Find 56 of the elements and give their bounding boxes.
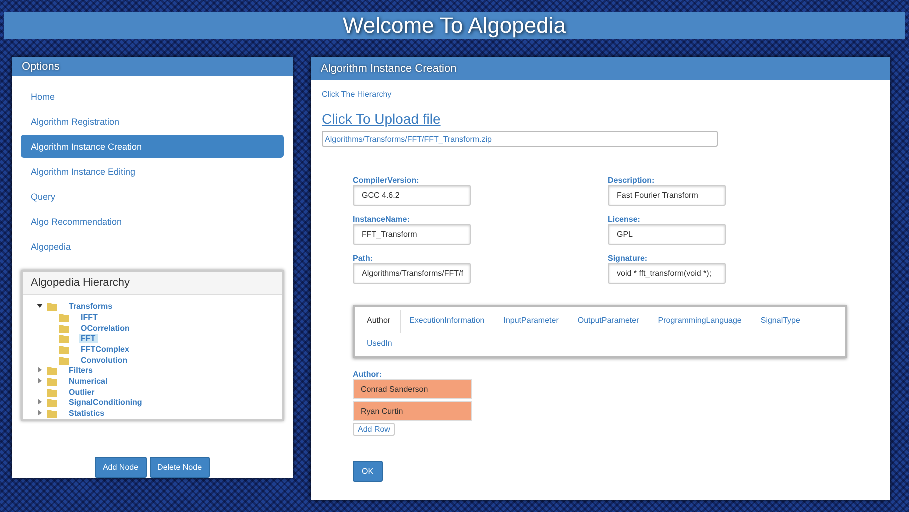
panel-title: Options: [12, 57, 293, 76]
author-row[interactable]: Conrad Sanderson: [353, 379, 472, 399]
tree-node[interactable]: Transforms: [67, 302, 115, 312]
expand-toggle-icon[interactable]: [37, 366, 43, 373]
text-field[interactable]: Algorithms/Transforms/FFT/f: [353, 263, 471, 284]
field-label: License:: [608, 215, 642, 224]
node-button[interactable]: Add Node: [94, 457, 147, 478]
node-button[interactable]: Delete Node: [150, 457, 210, 478]
tree-node[interactable]: Filters: [67, 366, 96, 376]
expand-toggle-icon[interactable]: [37, 398, 43, 405]
text-field[interactable]: FFT_Transform: [353, 224, 471, 245]
field-label: Description:: [608, 176, 656, 185]
add-row-button[interactable]: Add Row: [353, 423, 396, 436]
nav-link[interactable]: Query: [21, 185, 284, 208]
nav-link[interactable]: Algopedia: [21, 235, 284, 258]
text-field[interactable]: Fast Fourier Transform: [608, 185, 726, 206]
tree-node[interactable]: IFFT: [79, 312, 100, 322]
tab[interactable]: ProgrammingLanguage: [649, 310, 752, 333]
field-label: Path:: [353, 254, 374, 263]
collapse-toggle-icon[interactable]: [37, 302, 43, 309]
hierarchy-title: Algopedia Hierarchy: [23, 272, 282, 296]
tree-node[interactable]: Convolution: [79, 356, 130, 365]
nav-link[interactable]: Home: [21, 85, 284, 108]
hierarchy-link[interactable]: Click The Hierarchy: [322, 90, 879, 99]
tree-node[interactable]: Statistics: [67, 409, 107, 418]
tab[interactable]: OutputParameter: [568, 310, 650, 333]
author-row[interactable]: Ryan Curtin: [353, 401, 472, 421]
tree-node[interactable]: Numerical: [67, 377, 110, 386]
panel-title: Algorithm Instance Creation: [311, 57, 890, 80]
expand-toggle-icon[interactable]: [37, 410, 43, 416]
nav-link[interactable]: Algorithm Instance Editing: [21, 160, 284, 184]
page-title: Welcome To Algopedia: [4, 12, 905, 39]
tree-node[interactable]: FFTComplex: [79, 345, 132, 354]
nav-link[interactable]: Algorithm Instance Creation: [21, 135, 284, 158]
field-label: InstanceName:: [353, 215, 411, 224]
tab[interactable]: ExecutionInformation: [400, 310, 495, 333]
ok-button[interactable]: OK: [353, 461, 383, 482]
field-label: CompilerVersion:: [353, 176, 420, 185]
tree-node[interactable]: OCorrelation: [79, 324, 132, 333]
tree-node[interactable]: FFT: [79, 334, 98, 344]
nav-link[interactable]: Algo Recommendation: [21, 210, 284, 234]
field-label: Signature:: [608, 254, 649, 263]
nav-link[interactable]: Algorithm Registration: [21, 110, 284, 134]
tree-node[interactable]: SignalConditioning: [67, 398, 144, 408]
tab[interactable]: UsedIn: [358, 333, 402, 356]
expand-toggle-icon[interactable]: [37, 378, 43, 384]
text-field[interactable]: void * fft_transform(void *);: [608, 263, 726, 284]
text-field[interactable]: GCC 4.6.2: [353, 185, 471, 206]
tab[interactable]: SignalType: [752, 310, 810, 333]
tab[interactable]: InputParameter: [494, 310, 569, 333]
tab[interactable]: Author: [358, 310, 401, 333]
text-field[interactable]: GPL: [608, 224, 726, 245]
file-path-field[interactable]: Algorithms/Transforms/FFT/FFT_Transform.zip: [322, 131, 718, 147]
field-label: Author:: [353, 370, 382, 379]
tree-node[interactable]: Outlier: [67, 388, 97, 397]
upload-link[interactable]: Click To Upload file: [322, 111, 879, 127]
